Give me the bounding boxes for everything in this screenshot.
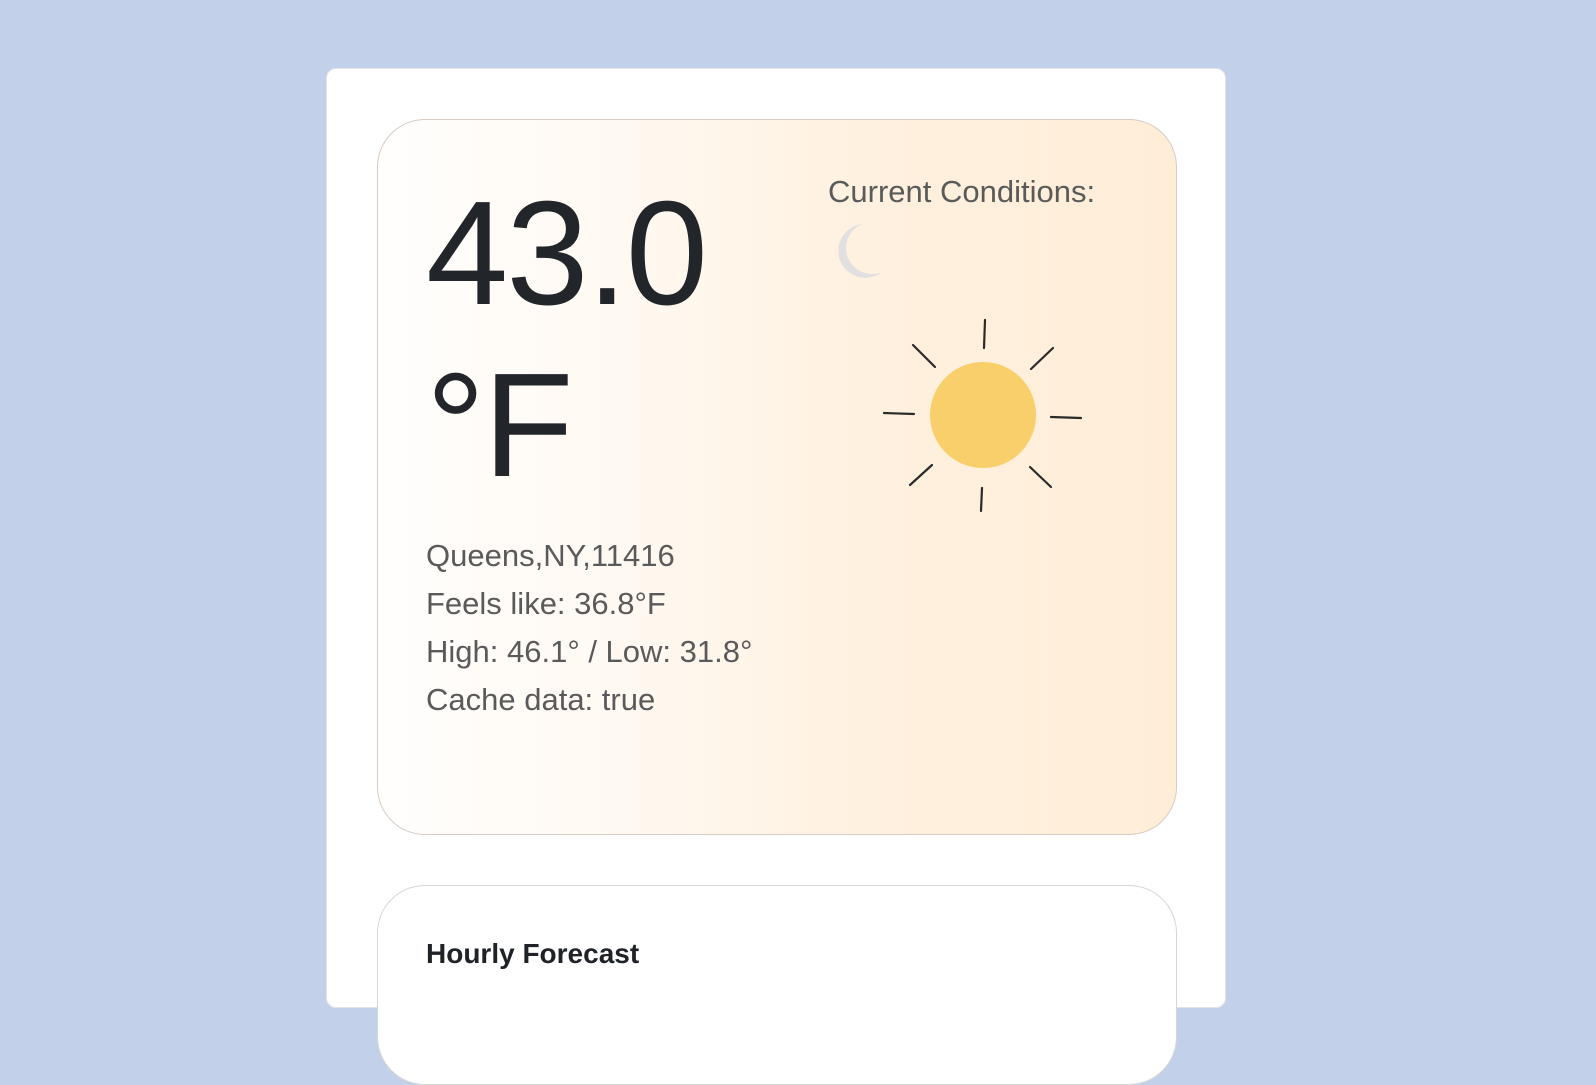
hourly-forecast-title: Hourly Forecast [426, 938, 640, 969]
moon-icon [838, 224, 882, 278]
weather-details: Queens,NY,11416 Feels like: 36.8°F High:… [426, 532, 752, 724]
feels-like-text: Feels like: 36.8°F [426, 586, 666, 621]
hourly-forecast-card: Hourly Forecast [377, 885, 1177, 1085]
location-text: Queens,NY,11416 [426, 538, 675, 573]
cache-data-text: Cache data: true [426, 682, 656, 717]
current-conditions-label: Current Conditions: [828, 174, 1096, 209]
current-weather-card: 43.0 °F Queens,NY,11416 Feels like: 36.8… [377, 119, 1177, 835]
current-temperature: 43.0 °F [426, 171, 708, 508]
weather-panel: 43.0 °F Queens,NY,11416 Feels like: 36.8… [326, 68, 1226, 1085]
sun-icon [882, 318, 1083, 513]
high-low-text: High: 46.1° / Low: 31.8° [426, 634, 753, 669]
